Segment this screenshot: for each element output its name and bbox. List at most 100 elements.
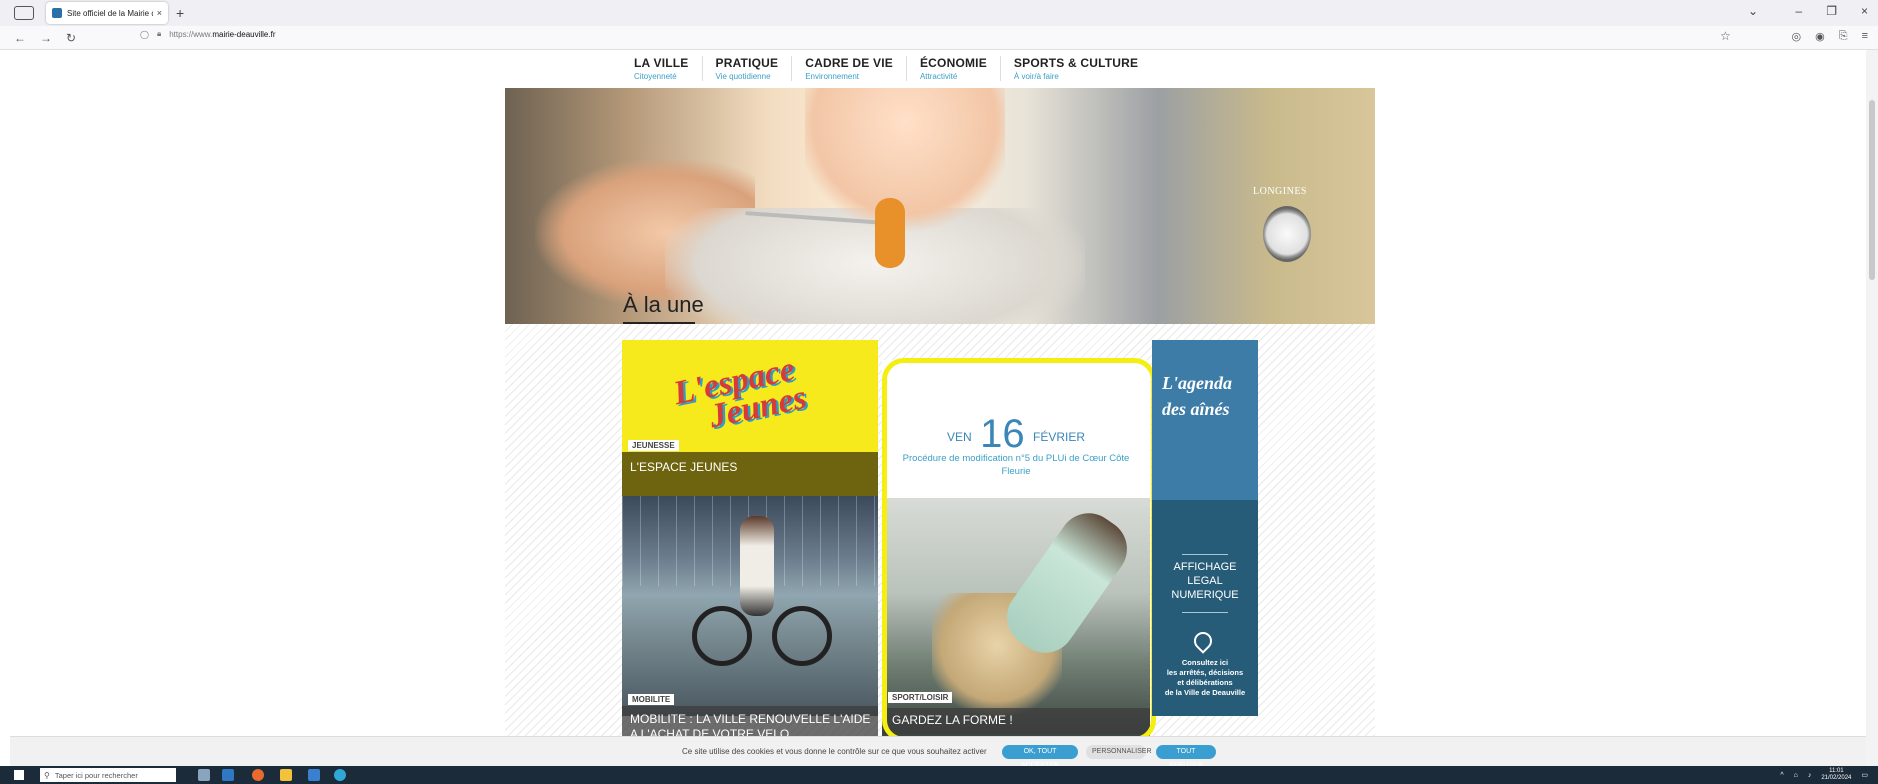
pocket-icon[interactable]: ◎ <box>1792 30 1802 43</box>
card-forme-caption[interactable]: GARDEZ LA FORME ! <box>882 708 1150 734</box>
close-window-button[interactable]: × <box>1861 4 1868 18</box>
scrollbar-thumb[interactable] <box>1869 100 1875 280</box>
menu-item-label: CADRE DE VIE <box>805 56 893 70</box>
divider <box>1182 554 1228 555</box>
section-title: À la une <box>623 292 704 317</box>
tab-overview-icon[interactable] <box>14 6 34 20</box>
toolbar-icons: ◎ ◉ ⎘ ≡ <box>1792 30 1868 43</box>
window-controls: ⌄ – ❐ × <box>1748 4 1868 18</box>
card-title: L'ESPACE JEUNES <box>630 460 738 474</box>
watch-image <box>1263 206 1311 262</box>
menu-sports-culture[interactable]: SPORTS & CULTURE À voir/à faire <box>1014 56 1151 81</box>
url-text: https://www.mairie-deauville.fr <box>169 30 275 39</box>
cookie-refuse-button[interactable]: TOUT REFUSER <box>1156 745 1216 769</box>
address-bar[interactable]: ◯ 🔒︎ https://www.mairie-deauville.fr <box>140 29 275 39</box>
card-title: GARDEZ LA FORME ! <box>892 713 1013 727</box>
edge-icon[interactable] <box>334 769 346 781</box>
card-affichage-legal[interactable]: AFFICHAGE LEGAL NUMERIQUE Consultez ici … <box>1152 500 1258 716</box>
agenda-title-line-2: des aînés <box>1162 399 1230 419</box>
taskbar-search[interactable]: ⚲ Taper ici pour rechercher <box>40 768 176 782</box>
affichage-title-line-1: AFFICHAGE <box>1173 561 1237 573</box>
maximize-button[interactable]: ❐ <box>1826 4 1837 18</box>
bookmark-star-icon[interactable]: ☆ <box>1720 29 1731 43</box>
card-agenda-aines[interactable]: L'agenda des aînés <box>1152 340 1258 500</box>
espace-jeunes-logo: L'espace Jeunes <box>670 351 809 438</box>
tag-mobilite: MOBILITE <box>628 694 675 705</box>
windows-start-icon[interactable] <box>14 770 24 780</box>
teams-icon[interactable] <box>222 769 234 781</box>
clock-date: 21/02/2024 <box>1821 775 1852 781</box>
divider <box>1182 612 1228 613</box>
file-explorer-icon[interactable] <box>280 769 292 781</box>
network-icon[interactable]: ⌂ <box>1794 772 1798 779</box>
tag-sport-loisir: SPORT/LOISIR <box>888 692 953 703</box>
reload-button[interactable]: ↻ <box>66 31 76 45</box>
cookie-personalize-button[interactable]: PERSONNALISER <box>1086 745 1152 759</box>
affichage-desc-line-1: Consultez ici <box>1181 658 1229 667</box>
hero-food <box>875 198 905 268</box>
bike-front-wheel <box>772 606 832 666</box>
card-espace-jeunes-caption[interactable]: L'ESPACE JEUNES <box>622 452 878 496</box>
affichage-desc-line-4: de la Ville de Deauville <box>1164 688 1246 697</box>
hero-banner-image[interactable]: LONGINES <box>505 88 1375 324</box>
menu-economie[interactable]: ÉCONOMIE Attractivité <box>920 56 1001 81</box>
event-day-number: 16 <box>980 412 1025 456</box>
event-date: VEN 16 FÉVRIER <box>882 412 1150 457</box>
tray-chevron-icon[interactable]: ^ <box>1780 772 1783 779</box>
new-tab-button[interactable]: + <box>176 5 184 21</box>
bike-rear-wheel <box>692 606 752 666</box>
tab-title: Site officiel de la Mairie de Deauville <box>67 8 153 18</box>
url-domain: mairie-deauville.fr <box>212 29 276 39</box>
minimize-button[interactable]: – <box>1796 4 1803 18</box>
site-main-menu: LA VILLE Citoyenneté PRATIQUE Vie quotid… <box>634 56 1164 81</box>
menu-pratique[interactable]: PRATIQUE Vie quotidienne <box>716 56 793 81</box>
extensions-icon[interactable]: ⎘ <box>1839 30 1848 43</box>
system-tray: ^ ⌂ ♪ 11:01 21/02/2024 ▭ <box>1780 768 1868 782</box>
account-icon[interactable]: ◉ <box>1815 30 1825 43</box>
affichage-description: Consultez ici les arrêtés, décisions et … <box>1152 658 1258 698</box>
event-day-name: VEN <box>946 430 972 444</box>
list-tabs-icon[interactable]: ⌄ <box>1748 4 1758 18</box>
back-button[interactable]: ← <box>14 31 26 45</box>
event-month: FÉVRIER <box>1033 430 1086 444</box>
hero-child-face <box>805 88 1005 238</box>
menu-la-ville[interactable]: LA VILLE Citoyenneté <box>634 56 703 81</box>
notifications-icon[interactable]: ▭ <box>1861 771 1868 779</box>
cookie-text: Ce site utilise des cookies et vous donn… <box>682 747 987 756</box>
browser-tab-bar: Site officiel de la Mairie de Deauville … <box>0 0 1878 26</box>
outlook-icon[interactable] <box>308 769 320 781</box>
browser-nav-bar: ← → ↻ ◯ 🔒︎ https://www.mairie-deauville.… <box>0 26 1878 50</box>
menu-item-sublabel: À voir/à faire <box>1013 72 1059 81</box>
task-view-icon[interactable] <box>198 769 210 781</box>
site-favicon-icon <box>52 8 62 18</box>
card-mobilite-image[interactable]: MOBILITE <box>622 496 878 716</box>
tab-close-icon[interactable]: × <box>157 8 162 18</box>
clock-time: 11:01 <box>1829 768 1844 774</box>
card-forme-image[interactable]: SPORT/LOISIR <box>882 498 1150 738</box>
affichage-desc-line-3: et délibérations <box>1177 678 1233 687</box>
card-event-date[interactable]: VEN 16 FÉVRIER Procédure de modification… <box>882 360 1150 498</box>
search-icon: ⚲ <box>44 770 50 780</box>
event-description: Procédure de modification n°5 du PLUi de… <box>902 453 1130 477</box>
clock[interactable]: 11:01 21/02/2024 <box>1821 768 1851 782</box>
forward-button[interactable]: → <box>40 31 52 45</box>
menu-item-label: PRATIQUE <box>715 56 779 70</box>
search-placeholder: Taper ici pour rechercher <box>54 770 138 780</box>
menu-item-label: SPORTS & CULTURE <box>1013 56 1139 70</box>
volume-icon[interactable]: ♪ <box>1808 772 1812 779</box>
affichage-desc-line-2: les arrêtés, décisions <box>1166 668 1244 677</box>
affichage-title: AFFICHAGE LEGAL NUMERIQUE <box>1154 560 1256 602</box>
page-scrollbar[interactable] <box>1866 50 1878 766</box>
section-title-underline <box>623 322 695 324</box>
menu-item-label: LA VILLE <box>634 56 689 70</box>
menu-icon[interactable]: ≡ <box>1862 30 1868 43</box>
menu-cadre-de-vie[interactable]: CADRE DE VIE Environnement <box>805 56 907 81</box>
shield-icon: ◯ <box>140 29 149 39</box>
cookie-accept-button[interactable]: OK, TOUT ACCEPTER <box>1002 745 1078 769</box>
browser-tab[interactable]: Site officiel de la Mairie de Deauville … <box>46 2 168 24</box>
cyclist <box>740 516 774 616</box>
menu-item-sublabel: Vie quotidienne <box>715 72 771 81</box>
firefox-icon[interactable] <box>252 769 264 781</box>
menu-item-sublabel: Environnement <box>805 72 860 81</box>
cookie-banner: Ce site utilise des cookies et vous donn… <box>10 736 1866 769</box>
